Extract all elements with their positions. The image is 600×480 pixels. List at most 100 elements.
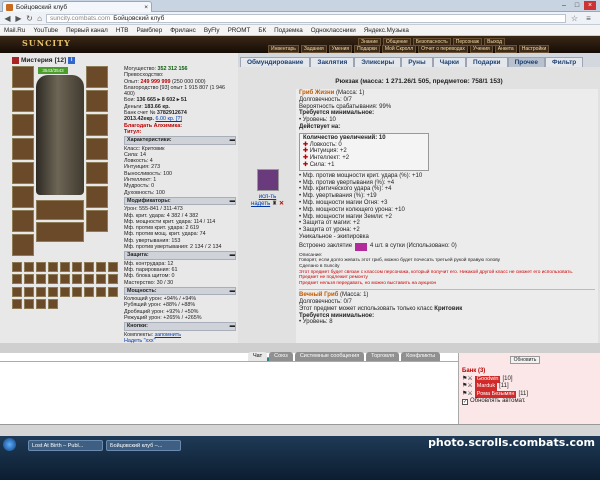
rune-slot[interactable] [60, 274, 70, 285]
cloak-slot[interactable] [86, 210, 108, 232]
rune-slot[interactable] [96, 262, 106, 272]
mushroom-item-icon[interactable] [256, 169, 279, 191]
home-icon[interactable]: ⌂ [35, 14, 44, 23]
bookmark-item[interactable]: Рамблер [136, 25, 162, 35]
bookmark-item[interactable]: Фриланс [170, 25, 196, 35]
tab-filter[interactable]: Фильтр [545, 57, 584, 67]
auto-refresh-checkbox[interactable]: ✓ [462, 398, 468, 405]
rune-slot[interactable] [72, 274, 82, 285]
boots-slot[interactable] [12, 234, 34, 256]
bookmark-item[interactable]: НТВ [116, 25, 129, 35]
rune-slot[interactable] [48, 262, 58, 272]
second-menu-item[interactable]: Подарки [354, 45, 380, 53]
item-name[interactable]: Гриб Жизни [299, 90, 334, 96]
bracer-slot[interactable] [12, 90, 34, 112]
collapse-icon[interactable]: ▬ [230, 198, 235, 204]
bookmark-item[interactable]: YouTube [33, 25, 58, 35]
item-name[interactable]: Вечный Гриб [299, 292, 338, 298]
chat-tab[interactable]: Чат [248, 352, 268, 361]
tab-equipment[interactable]: Обмундирование [240, 57, 311, 67]
rune-slot[interactable] [24, 286, 34, 297]
star-icon[interactable]: ☆ [570, 14, 579, 23]
second-menu-item[interactable]: Анкета [494, 45, 517, 53]
bank-user-row[interactable]: ⚑⚔ Marduk [11] [462, 383, 597, 391]
belt-slot[interactable] [12, 162, 34, 184]
browser-tab[interactable]: Бойцовский клуб × [2, 1, 152, 12]
wear-item-link[interactable]: надеть [251, 201, 270, 207]
plus-icon[interactable]: ✚ [303, 142, 308, 148]
info-icon[interactable]: i [68, 56, 76, 64]
collapse-icon[interactable]: ▬ [230, 288, 235, 294]
rune-slot[interactable] [36, 286, 46, 297]
tab-other[interactable]: Прочее [507, 57, 546, 67]
collapse-icon[interactable]: ▬ [230, 323, 235, 329]
bookmark-item[interactable]: Одноклассники [311, 25, 356, 35]
ring-slot[interactable] [86, 138, 108, 160]
url-field[interactable]: suncity.combats.com Бойцовский клуб [46, 14, 566, 23]
taskbar-window[interactable]: Lost At Birth – Publ... [28, 440, 103, 451]
pocket-slot[interactable] [12, 186, 34, 208]
bookmark-item[interactable]: Первый канал [66, 25, 108, 35]
rune-slot[interactable] [108, 286, 118, 297]
rune-slot[interactable] [72, 286, 82, 297]
runes-slot[interactable] [36, 222, 84, 242]
lock-icon[interactable]: ♜ [272, 201, 277, 207]
bookmark-item[interactable]: Подземка [274, 25, 303, 35]
collapse-icon[interactable]: ▬ [230, 137, 235, 143]
ring-slot[interactable] [86, 114, 108, 136]
rune-slot[interactable] [60, 286, 70, 297]
menu-wrench-icon[interactable]: ≡ [584, 14, 593, 23]
bank-user-row[interactable]: ⚑⚔ Рома Безымян [11] [462, 390, 597, 398]
second-menu-item[interactable]: Умения [328, 45, 353, 53]
second-menu-item[interactable]: Мой Скролл [381, 45, 417, 53]
close-window-icon[interactable]: × [584, 1, 596, 10]
section-title[interactable]: Характеристики: [127, 137, 172, 143]
rune-slot[interactable] [72, 262, 82, 272]
armor-slot[interactable] [12, 138, 34, 160]
second-menu-item[interactable]: Учения [469, 45, 493, 53]
forward-icon[interactable]: ▶ [14, 14, 23, 23]
second-menu-item[interactable]: Задания [300, 45, 327, 53]
refresh-button[interactable]: Обновить [510, 356, 540, 364]
tab-close-icon[interactable]: × [144, 4, 148, 11]
rune-slot[interactable] [84, 286, 94, 297]
second-menu-item[interactable]: Инвентарь [268, 45, 299, 53]
section-title[interactable]: Защита: [127, 252, 149, 258]
chat-tab[interactable]: Конфликты [401, 352, 441, 361]
shield-slot[interactable] [86, 162, 108, 184]
rune-slot[interactable] [36, 298, 46, 309]
rune-slot[interactable] [24, 262, 34, 272]
rune-slot[interactable] [96, 286, 106, 297]
character-name[interactable]: Мистерия [21, 57, 53, 64]
rune-slot[interactable] [24, 298, 34, 309]
rune-slot[interactable] [48, 298, 58, 309]
section-title[interactable]: Мощность: [127, 288, 157, 294]
rune-slot[interactable] [48, 286, 58, 297]
rune-slot[interactable] [84, 274, 94, 285]
reload-icon[interactable]: ↻ [25, 14, 34, 23]
second-menu-item[interactable]: Настройки [518, 45, 550, 53]
chat-tab[interactable]: Союз [269, 352, 293, 361]
bookmark-item[interactable]: PROMT [228, 25, 251, 35]
embedded-spell-icon[interactable] [355, 242, 368, 251]
bookmark-item[interactable]: БК [258, 25, 266, 35]
weapon-slot[interactable] [12, 114, 34, 136]
plus-icon[interactable]: ✚ [303, 162, 308, 168]
rune-slot[interactable] [12, 298, 22, 309]
rune-slot[interactable] [84, 262, 94, 272]
bookmark-item[interactable]: Mail.Ru [4, 25, 25, 35]
rune-slot[interactable] [36, 262, 46, 272]
tab-spells[interactable]: Заклятия [310, 57, 355, 67]
back-icon[interactable]: ◀ [3, 14, 12, 23]
amulet-slot[interactable] [86, 90, 108, 112]
rune-slot[interactable] [12, 286, 22, 297]
rune-slot[interactable] [108, 262, 118, 272]
taskbar-window[interactable]: Бойцовский клуб –... [106, 440, 181, 451]
chat-tab[interactable]: Системные сообщения [294, 352, 365, 361]
bank-user-name[interactable]: Marduk [474, 383, 498, 391]
maximize-icon[interactable]: □ [571, 1, 583, 10]
remember-kit-link[interactable]: запомнить [155, 332, 181, 338]
section-title[interactable]: Кнопки: [127, 323, 148, 329]
rune-slot[interactable] [96, 274, 106, 285]
chat-input-bar[interactable] [0, 424, 600, 436]
